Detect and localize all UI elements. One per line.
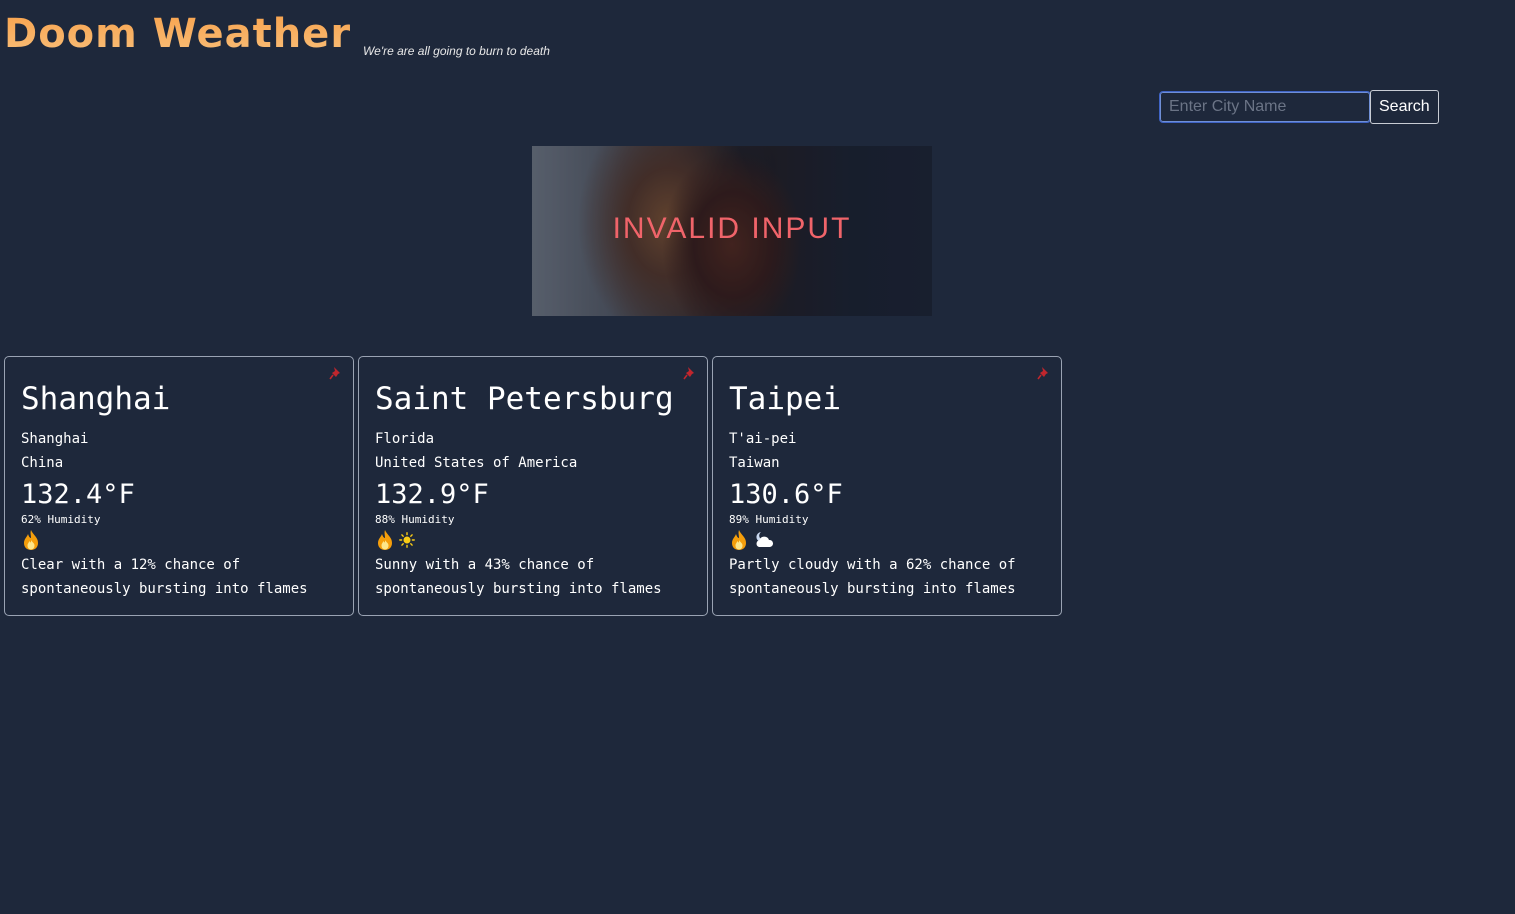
error-message: INVALID INPUT — [612, 212, 852, 245]
city-name: Taipei — [729, 381, 841, 417]
weather-card-shanghai: Shanghai Shanghai China 132.4°F 62% Humi… — [4, 356, 354, 616]
condition-icons — [729, 528, 1045, 552]
region-name: Florida — [375, 431, 435, 447]
temperature: 132.9°F — [375, 479, 489, 510]
humidity: 89% Humidity — [729, 513, 809, 526]
search-button[interactable]: Search — [1370, 90, 1439, 124]
tagline: We're are all going to burn to death — [363, 44, 550, 58]
search-bar: Search — [1159, 90, 1439, 124]
partly-cloudy-night-icon — [756, 532, 774, 547]
pin-icon[interactable] — [329, 366, 343, 380]
temperature: 130.6°F — [729, 479, 843, 510]
moon-icon — [47, 536, 51, 544]
weather-description: Partly cloudy with a 62% chance of spont… — [729, 557, 1016, 597]
app-title: Doom Weather — [4, 8, 351, 60]
fire-icon — [24, 530, 38, 550]
country-name: Taiwan — [729, 455, 780, 471]
weather-card-saint-petersburg: Saint Petersburg Florida United States o… — [358, 356, 708, 616]
country-name: United States of America — [375, 455, 578, 471]
header: Doom Weather We're are all going to burn… — [4, 8, 550, 60]
condition-icons — [375, 528, 691, 552]
city-search-input[interactable] — [1159, 91, 1371, 123]
fire-icon — [732, 530, 746, 550]
region-name: T'ai-pei — [729, 431, 797, 447]
weather-description: Sunny with a 43% chance of spontaneously… — [375, 557, 662, 597]
region-name: Shanghai — [21, 431, 89, 447]
weather-card-taipei: Taipei T'ai-pei Taiwan 130.6°F 89% Humid… — [712, 356, 1062, 616]
city-name: Saint Petersburg — [375, 381, 674, 417]
error-banner: INVALID INPUT — [532, 146, 932, 316]
temperature: 132.4°F — [21, 479, 135, 510]
humidity: 62% Humidity — [21, 513, 101, 526]
weather-description: Clear with a 12% chance of spontaneously… — [21, 557, 308, 597]
humidity: 88% Humidity — [375, 513, 455, 526]
pin-icon[interactable] — [1037, 366, 1051, 380]
fire-icon — [378, 530, 392, 550]
condition-icons — [21, 528, 337, 552]
city-name: Shanghai — [21, 381, 171, 417]
weather-cards: Shanghai Shanghai China 132.4°F 62% Humi… — [4, 356, 1062, 616]
pin-icon[interactable] — [683, 366, 697, 380]
country-name: China — [21, 455, 64, 471]
sun-icon — [399, 532, 415, 548]
